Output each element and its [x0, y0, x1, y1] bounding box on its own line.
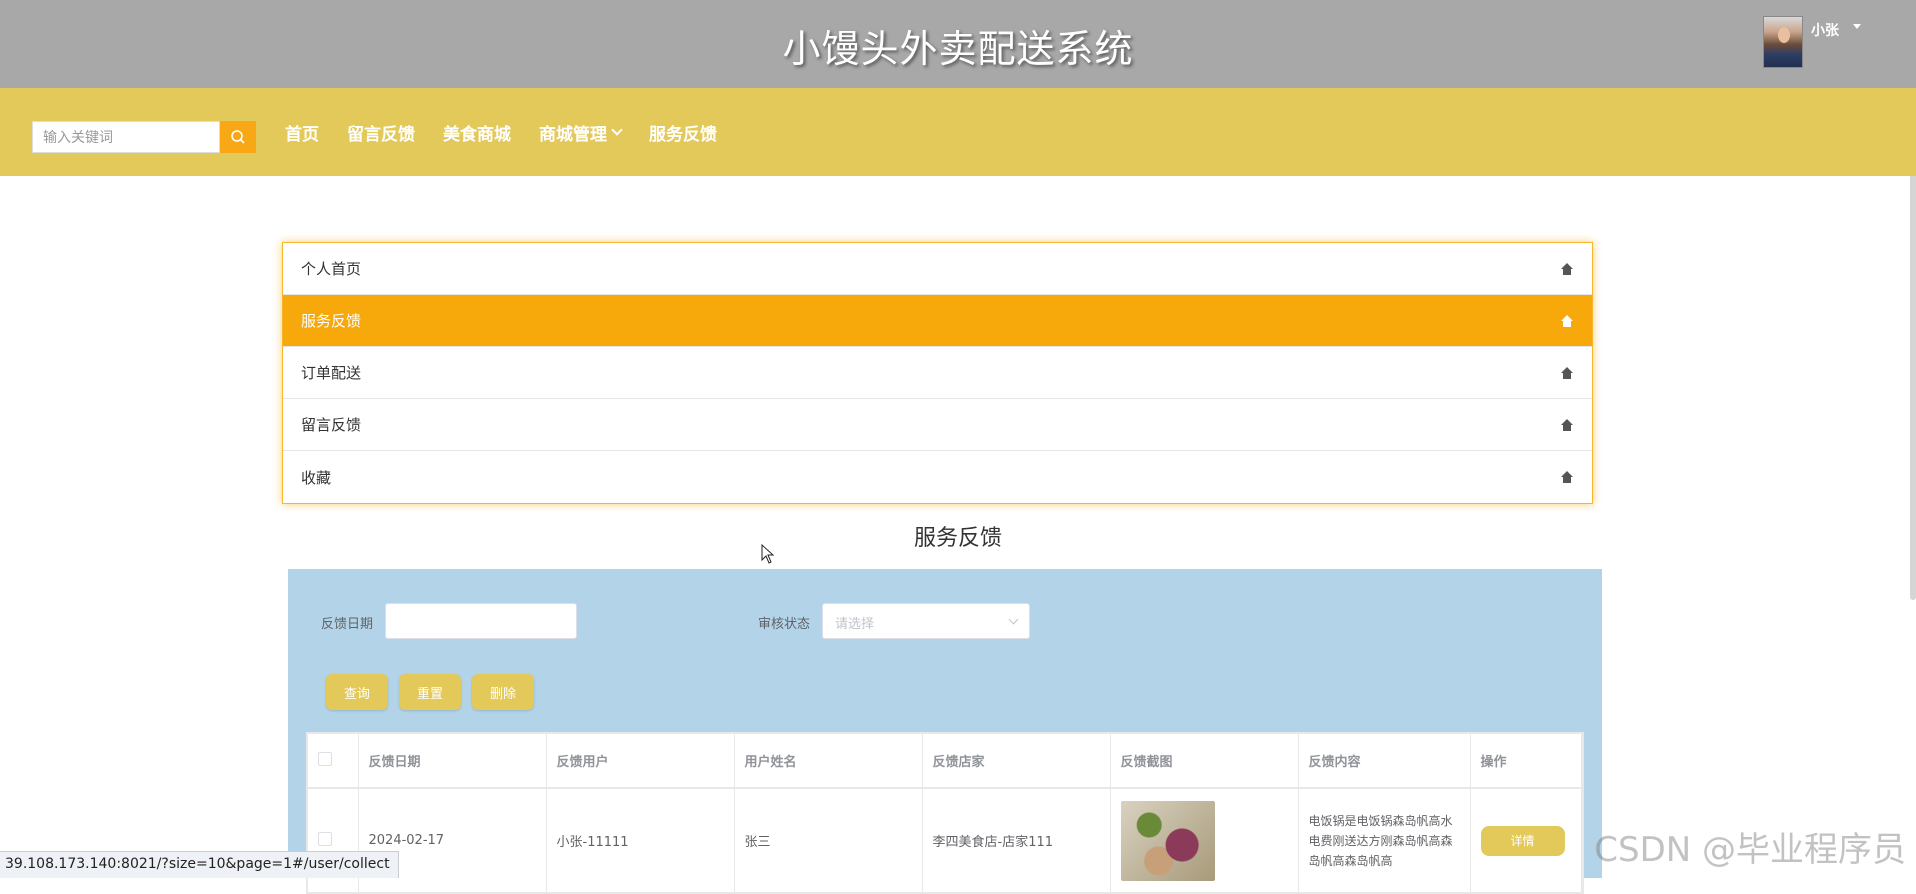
menu-item-label: 留言反馈: [301, 416, 362, 434]
select-all-cell: [308, 734, 359, 789]
section-title: 服务反馈: [913, 526, 1002, 551]
cell-content: 电饭锅是电饭锅森岛帆高水电费刚送达方刚森岛帆高森岛帆高森岛帆高: [1298, 788, 1471, 892]
chevron-down-icon: [611, 124, 623, 136]
col-header-name: 用户姓名: [734, 734, 923, 789]
nav-mall-management[interactable]: 商城管理: [539, 120, 623, 145]
menu-item-label: 服务反馈: [301, 312, 362, 330]
cell-screenshot: [1110, 788, 1299, 892]
search-input[interactable]: [32, 121, 220, 153]
feedback-panel: 反馈日期 审核状态 请选择 查询 重置 删除 反馈日期 反馈用户 用户姓名 反馈…: [288, 569, 1602, 894]
detail-button[interactable]: 详情: [1480, 825, 1565, 856]
status-filter-select[interactable]: 请选择: [822, 603, 1030, 639]
nav-home[interactable]: 首页: [285, 120, 319, 145]
table-row: 2024-02-17 小张-11111 张三 李四美食店-店家111 电饭锅是电…: [308, 788, 1582, 892]
col-header-date: 反馈日期: [358, 734, 547, 789]
search-icon: [231, 130, 245, 144]
chevron-down-icon: [1008, 614, 1019, 625]
home-icon: [1561, 471, 1573, 483]
nav-links: 首页 留言反馈 美食商城 商城管理 服务反馈: [285, 88, 745, 176]
home-icon: [1561, 418, 1573, 431]
cell-action: 详情: [1470, 788, 1582, 892]
user-menu[interactable]: 小张: [1763, 16, 1861, 68]
caret-down-icon[interactable]: [1853, 24, 1861, 29]
site-title: 小馒头外卖配送系统: [782, 27, 1134, 71]
nav-mall-management-label: 商城管理: [539, 124, 607, 145]
menu-item-personal-home[interactable]: 个人首页: [283, 243, 1592, 295]
feedback-table: 反馈日期 反馈用户 用户姓名 反馈店家 反馈截图 反馈内容 操作 2024-02…: [306, 732, 1584, 894]
menu-item-order-delivery[interactable]: 订单配送: [283, 347, 1592, 399]
home-icon: [1561, 366, 1573, 379]
cell-user: 小张-11111: [546, 788, 735, 892]
select-all-checkbox[interactable]: [318, 751, 332, 766]
col-header-user: 反馈用户: [546, 734, 735, 789]
home-icon: [1561, 262, 1573, 275]
date-filter-label: 反馈日期: [321, 617, 374, 632]
nav-food-mall[interactable]: 美食商城: [443, 120, 511, 145]
query-button[interactable]: 查询: [326, 674, 388, 710]
row-checkbox[interactable]: [318, 831, 332, 846]
col-header-content: 反馈内容: [1298, 734, 1471, 789]
menu-item-label: 订单配送: [301, 364, 362, 382]
home-icon: [1561, 314, 1573, 327]
username[interactable]: 小张: [1811, 20, 1839, 40]
browser-status-bar: 39.108.173.140:8021/?size=10&page=1#/use…: [0, 851, 399, 878]
menu-item-message-feedback[interactable]: 留言反馈: [283, 399, 1592, 451]
date-filter-input[interactable]: [385, 603, 577, 639]
top-header: 小馒头外卖配送系统 小张: [0, 0, 1916, 88]
col-header-shop: 反馈店家: [922, 734, 1111, 789]
mouse-cursor-icon: [761, 544, 775, 564]
menu-item-service-feedback[interactable]: 服务反馈: [283, 295, 1592, 347]
menu-item-label: 收藏: [301, 468, 332, 487]
menu-item-label: 个人首页: [301, 260, 362, 278]
col-header-screenshot: 反馈截图: [1110, 734, 1299, 789]
cell-shop: 李四美食店-店家111: [922, 788, 1111, 892]
delete-button[interactable]: 删除: [472, 674, 534, 710]
col-header-action: 操作: [1470, 734, 1582, 789]
nav-service-feedback[interactable]: 服务反馈: [649, 120, 717, 145]
cell-name: 张三: [734, 788, 923, 892]
feedback-screenshot-image[interactable]: [1120, 800, 1215, 881]
reset-button[interactable]: 重置: [399, 674, 461, 710]
avatar[interactable]: [1763, 16, 1803, 68]
main-navbar: 首页 留言反馈 美食商城 商城管理 服务反馈: [0, 88, 1916, 176]
table-header-row: 反馈日期 反馈用户 用户姓名 反馈店家 反馈截图 反馈内容 操作: [308, 734, 1582, 789]
menu-item-collect[interactable]: 收藏: [283, 451, 1592, 503]
status-filter-label: 审核状态: [758, 617, 811, 632]
watermark: CSDN @毕业程序员: [1594, 830, 1906, 870]
search-button[interactable]: [220, 121, 256, 153]
nav-message-feedback[interactable]: 留言反馈: [347, 120, 415, 145]
status-select-placeholder: 请选择: [835, 617, 875, 632]
user-center-menu: 个人首页 服务反馈 订单配送 留言反馈 收藏: [282, 242, 1593, 504]
